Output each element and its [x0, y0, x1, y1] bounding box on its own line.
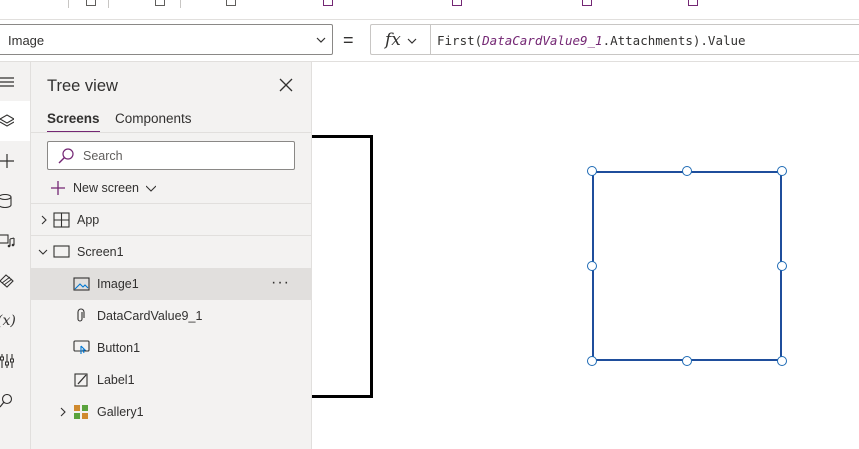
resize-handle-top-right[interactable]	[777, 166, 787, 176]
plus-icon[interactable]	[0, 141, 30, 181]
formula-text: First(DataCardValue9_1.Attachments).Valu…	[437, 33, 746, 48]
resize-handle-bottom-left[interactable]	[587, 356, 597, 366]
function-button[interactable]: fx	[370, 24, 430, 55]
toolbar-separator	[68, 0, 69, 8]
power-apps-studio: Image = fx First(DataCardValue9_1.Attach…	[0, 0, 859, 449]
property-value: Image	[8, 33, 45, 48]
tab-screens[interactable]: Screens	[47, 111, 100, 133]
resize-handle-right[interactable]	[777, 261, 787, 271]
chevron-down-icon[interactable]	[38, 247, 48, 257]
tree-node-screen1[interactable]: Screen1	[31, 236, 312, 268]
tree-node-label: Gallery1	[97, 405, 144, 419]
layers-icon[interactable]	[0, 101, 30, 141]
tree-node-label: DataCardValue9_1	[97, 309, 203, 323]
screen-icon	[53, 245, 70, 258]
left-rail: (x)	[0, 62, 31, 449]
chevron-right-icon[interactable]	[39, 215, 49, 225]
formula-bar: Image = fx First(DataCardValue9_1.Attach…	[0, 20, 859, 62]
property-dropdown[interactable]: Image	[0, 24, 333, 55]
fx-icon: fx	[385, 30, 401, 50]
search-box[interactable]	[47, 141, 295, 170]
tree-node-datacardvalue9-1[interactable]: DataCardValue9_1	[31, 300, 312, 332]
plus-icon	[51, 181, 65, 195]
new-screen-button[interactable]: New screen	[51, 179, 156, 197]
resize-handle-top-left[interactable]	[587, 166, 597, 176]
screen-frame[interactable]	[312, 135, 373, 398]
tree-view-panel: Tree view Screens Components New screen …	[31, 62, 312, 449]
tab-components[interactable]: Components	[115, 111, 192, 131]
new-screen-label: New screen	[73, 181, 139, 195]
toolbar-icon[interactable]	[226, 0, 236, 6]
tree-node-label: Button1	[97, 341, 141, 355]
label-icon	[74, 373, 88, 387]
command-bar	[0, 0, 859, 20]
database-icon[interactable]	[0, 181, 30, 221]
formula-control-ref: DataCardValue9_1	[482, 33, 603, 48]
search-icon	[58, 148, 74, 164]
search-icon[interactable]	[0, 381, 30, 421]
toolbar-separator	[180, 0, 181, 8]
tree-node-label: Image1	[97, 277, 139, 291]
formula-function: First(	[437, 33, 483, 48]
panel-title: Tree view	[47, 77, 118, 95]
redo-icon[interactable]	[86, 0, 96, 6]
gallery-icon	[74, 405, 88, 419]
button-icon	[73, 340, 90, 354]
image-icon	[73, 277, 90, 291]
tree-node-image1[interactable]: Image1 ···	[31, 268, 312, 300]
resize-handle-left[interactable]	[587, 261, 597, 271]
chevron-down-icon	[146, 185, 156, 192]
equals-sign: =	[343, 30, 354, 50]
app-icon	[53, 212, 70, 228]
copy-icon[interactable]	[155, 0, 165, 6]
variables-icon[interactable]: (x)	[0, 301, 30, 341]
chevron-down-icon	[407, 38, 417, 44]
search-input[interactable]	[83, 148, 283, 164]
tree-node-label: Screen1	[77, 245, 124, 259]
share-icon[interactable]	[688, 0, 698, 6]
variables-glyph: (x)	[0, 313, 16, 329]
chevron-down-icon	[316, 37, 326, 43]
menu-icon[interactable]	[0, 62, 30, 102]
attachment-icon	[77, 308, 85, 322]
tree-node-label1[interactable]: Label1	[31, 364, 312, 396]
toolbar-separator	[108, 0, 109, 8]
resize-handle-bottom-right[interactable]	[777, 356, 787, 366]
tree-node-label: Label1	[97, 373, 135, 387]
tree-node-button1[interactable]: Button1	[31, 332, 312, 364]
tabs-divider	[31, 132, 312, 133]
design-canvas[interactable]	[312, 62, 859, 449]
tree-node-label: App	[77, 213, 100, 227]
resize-handle-bottom[interactable]	[682, 356, 692, 366]
resize-handle-top[interactable]	[682, 166, 692, 176]
settings-icon[interactable]	[582, 0, 592, 6]
chevron-right-icon[interactable]	[58, 407, 68, 417]
tools-icon[interactable]	[0, 341, 30, 381]
insert-icon[interactable]	[323, 0, 333, 6]
tree-node-app[interactable]: App	[31, 204, 312, 236]
close-icon[interactable]	[277, 76, 295, 94]
tree-node-gallery1[interactable]: Gallery1	[31, 396, 312, 428]
formula-input[interactable]: First(DataCardValue9_1.Attachments).Valu…	[430, 24, 859, 55]
formula-member: .Attachments).Value	[602, 33, 746, 48]
data-icon[interactable]	[452, 0, 462, 6]
theme-icon[interactable]	[0, 261, 30, 301]
media-icon[interactable]	[0, 221, 30, 261]
image-control[interactable]	[592, 171, 782, 361]
more-options-icon[interactable]: ···	[271, 274, 290, 292]
